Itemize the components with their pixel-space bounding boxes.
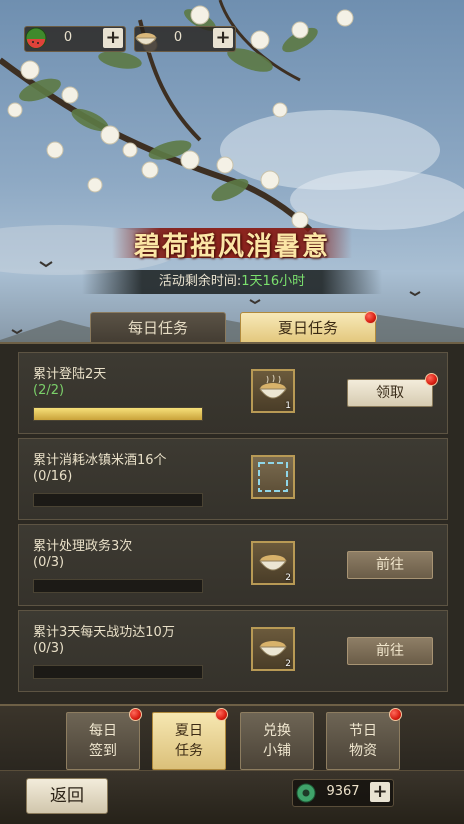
go-button[interactable]: 前往	[347, 551, 433, 579]
jade-currency: 9367 +	[292, 779, 394, 807]
event-title-banner: 碧荷摇风消暑意	[112, 224, 352, 262]
dock-daily-checkin[interactable]: 每日 签到	[66, 712, 140, 770]
task-name: 累计3天每天战功达10万	[33, 625, 175, 640]
claim-button[interactable]: 领取	[347, 379, 433, 407]
reward-count: 2	[285, 573, 291, 583]
add-congee-button[interactable]: +	[213, 28, 233, 48]
dock-label-2: 小铺	[263, 743, 291, 759]
congee-resource: 0 +	[134, 26, 236, 52]
reward-count: 1	[285, 401, 291, 411]
dock-label-2: 物资	[349, 743, 377, 759]
dock-label-1: 每日	[89, 723, 117, 739]
go-button[interactable]: 前往	[347, 637, 433, 665]
timer-label: 活动剩余时间:	[158, 274, 242, 289]
dock-exchange-shop[interactable]: 兑换 小铺	[240, 712, 314, 770]
congee-bowl-icon	[134, 33, 158, 45]
jade-coin-icon	[296, 783, 316, 803]
notification-dot	[364, 311, 377, 324]
empty-frame-icon	[258, 462, 288, 492]
task-card: 累计登陆2天 (2/2) 1 领取	[18, 352, 448, 434]
event-timer: 活动剩余时间:1天16小时	[82, 270, 382, 294]
notification-dot	[129, 708, 142, 721]
task-card: 累计3天每天战功达10万 (0/3) 2 前往	[18, 610, 448, 692]
add-jade-button[interactable]: +	[370, 782, 390, 802]
dock-label-2: 签到	[89, 743, 117, 759]
dock-label-1: 节日	[349, 723, 377, 739]
tab-daily-tasks[interactable]: 每日任务	[90, 312, 226, 344]
dock-festival-supplies[interactable]: 节日 物资	[326, 712, 400, 770]
tab-summer-tasks[interactable]: 夏日任务	[240, 312, 376, 344]
reward-item[interactable]: 1	[251, 369, 295, 413]
dock-summer-tasks[interactable]: 夏日 任务	[152, 712, 226, 770]
watermelon-resource: 0 +	[24, 26, 126, 52]
task-list[interactable]: 累计登陆2天 (2/2) 1 领取 累计消耗冰镇米酒16个 (0/16) 累计处…	[0, 342, 464, 706]
reward-item[interactable]: 2	[251, 541, 295, 585]
reward-item[interactable]	[251, 455, 295, 499]
task-card: 累计消耗冰镇米酒16个 (0/16)	[18, 438, 448, 520]
progress-bar	[33, 407, 203, 421]
add-watermelon-button[interactable]: +	[103, 28, 123, 48]
watermelon-icon	[25, 27, 47, 49]
jade-amount: 9367	[326, 784, 360, 799]
footer-bar: 返回 9367 +	[0, 770, 464, 824]
task-name: 累计登陆2天	[33, 367, 107, 382]
notification-dot	[425, 373, 438, 386]
dock-label-2: 任务	[175, 743, 203, 759]
task-progress: (0/16)	[33, 469, 73, 484]
timer-value: 1天16小时	[241, 274, 306, 289]
progress-fill	[34, 408, 202, 420]
task-progress: (0/3)	[33, 555, 65, 570]
progress-bar	[33, 493, 203, 507]
notification-dot	[389, 708, 402, 721]
watermelon-count: 0	[63, 30, 73, 45]
event-title: 碧荷摇风消暑意	[133, 232, 330, 262]
congee-count: 0	[173, 30, 183, 45]
task-progress: (0/3)	[33, 641, 65, 656]
progress-bar	[33, 579, 203, 593]
task-name: 累计消耗冰镇米酒16个	[33, 453, 167, 468]
dock-label-1: 夏日	[175, 723, 203, 739]
task-progress: (2/2)	[33, 383, 65, 398]
progress-bar	[33, 665, 203, 679]
reward-item[interactable]: 2	[251, 627, 295, 671]
back-button[interactable]: 返回	[26, 778, 108, 814]
notification-dot	[215, 708, 228, 721]
reward-count: 2	[285, 659, 291, 669]
event-dock: 每日签到 夏日任务 兑换小铺 节日物资	[0, 704, 464, 772]
task-card: 累计处理政务3次 (0/3) 2 前往	[18, 524, 448, 606]
dock-label-1: 兑换	[263, 723, 291, 739]
task-name: 累计处理政务3次	[33, 539, 133, 554]
